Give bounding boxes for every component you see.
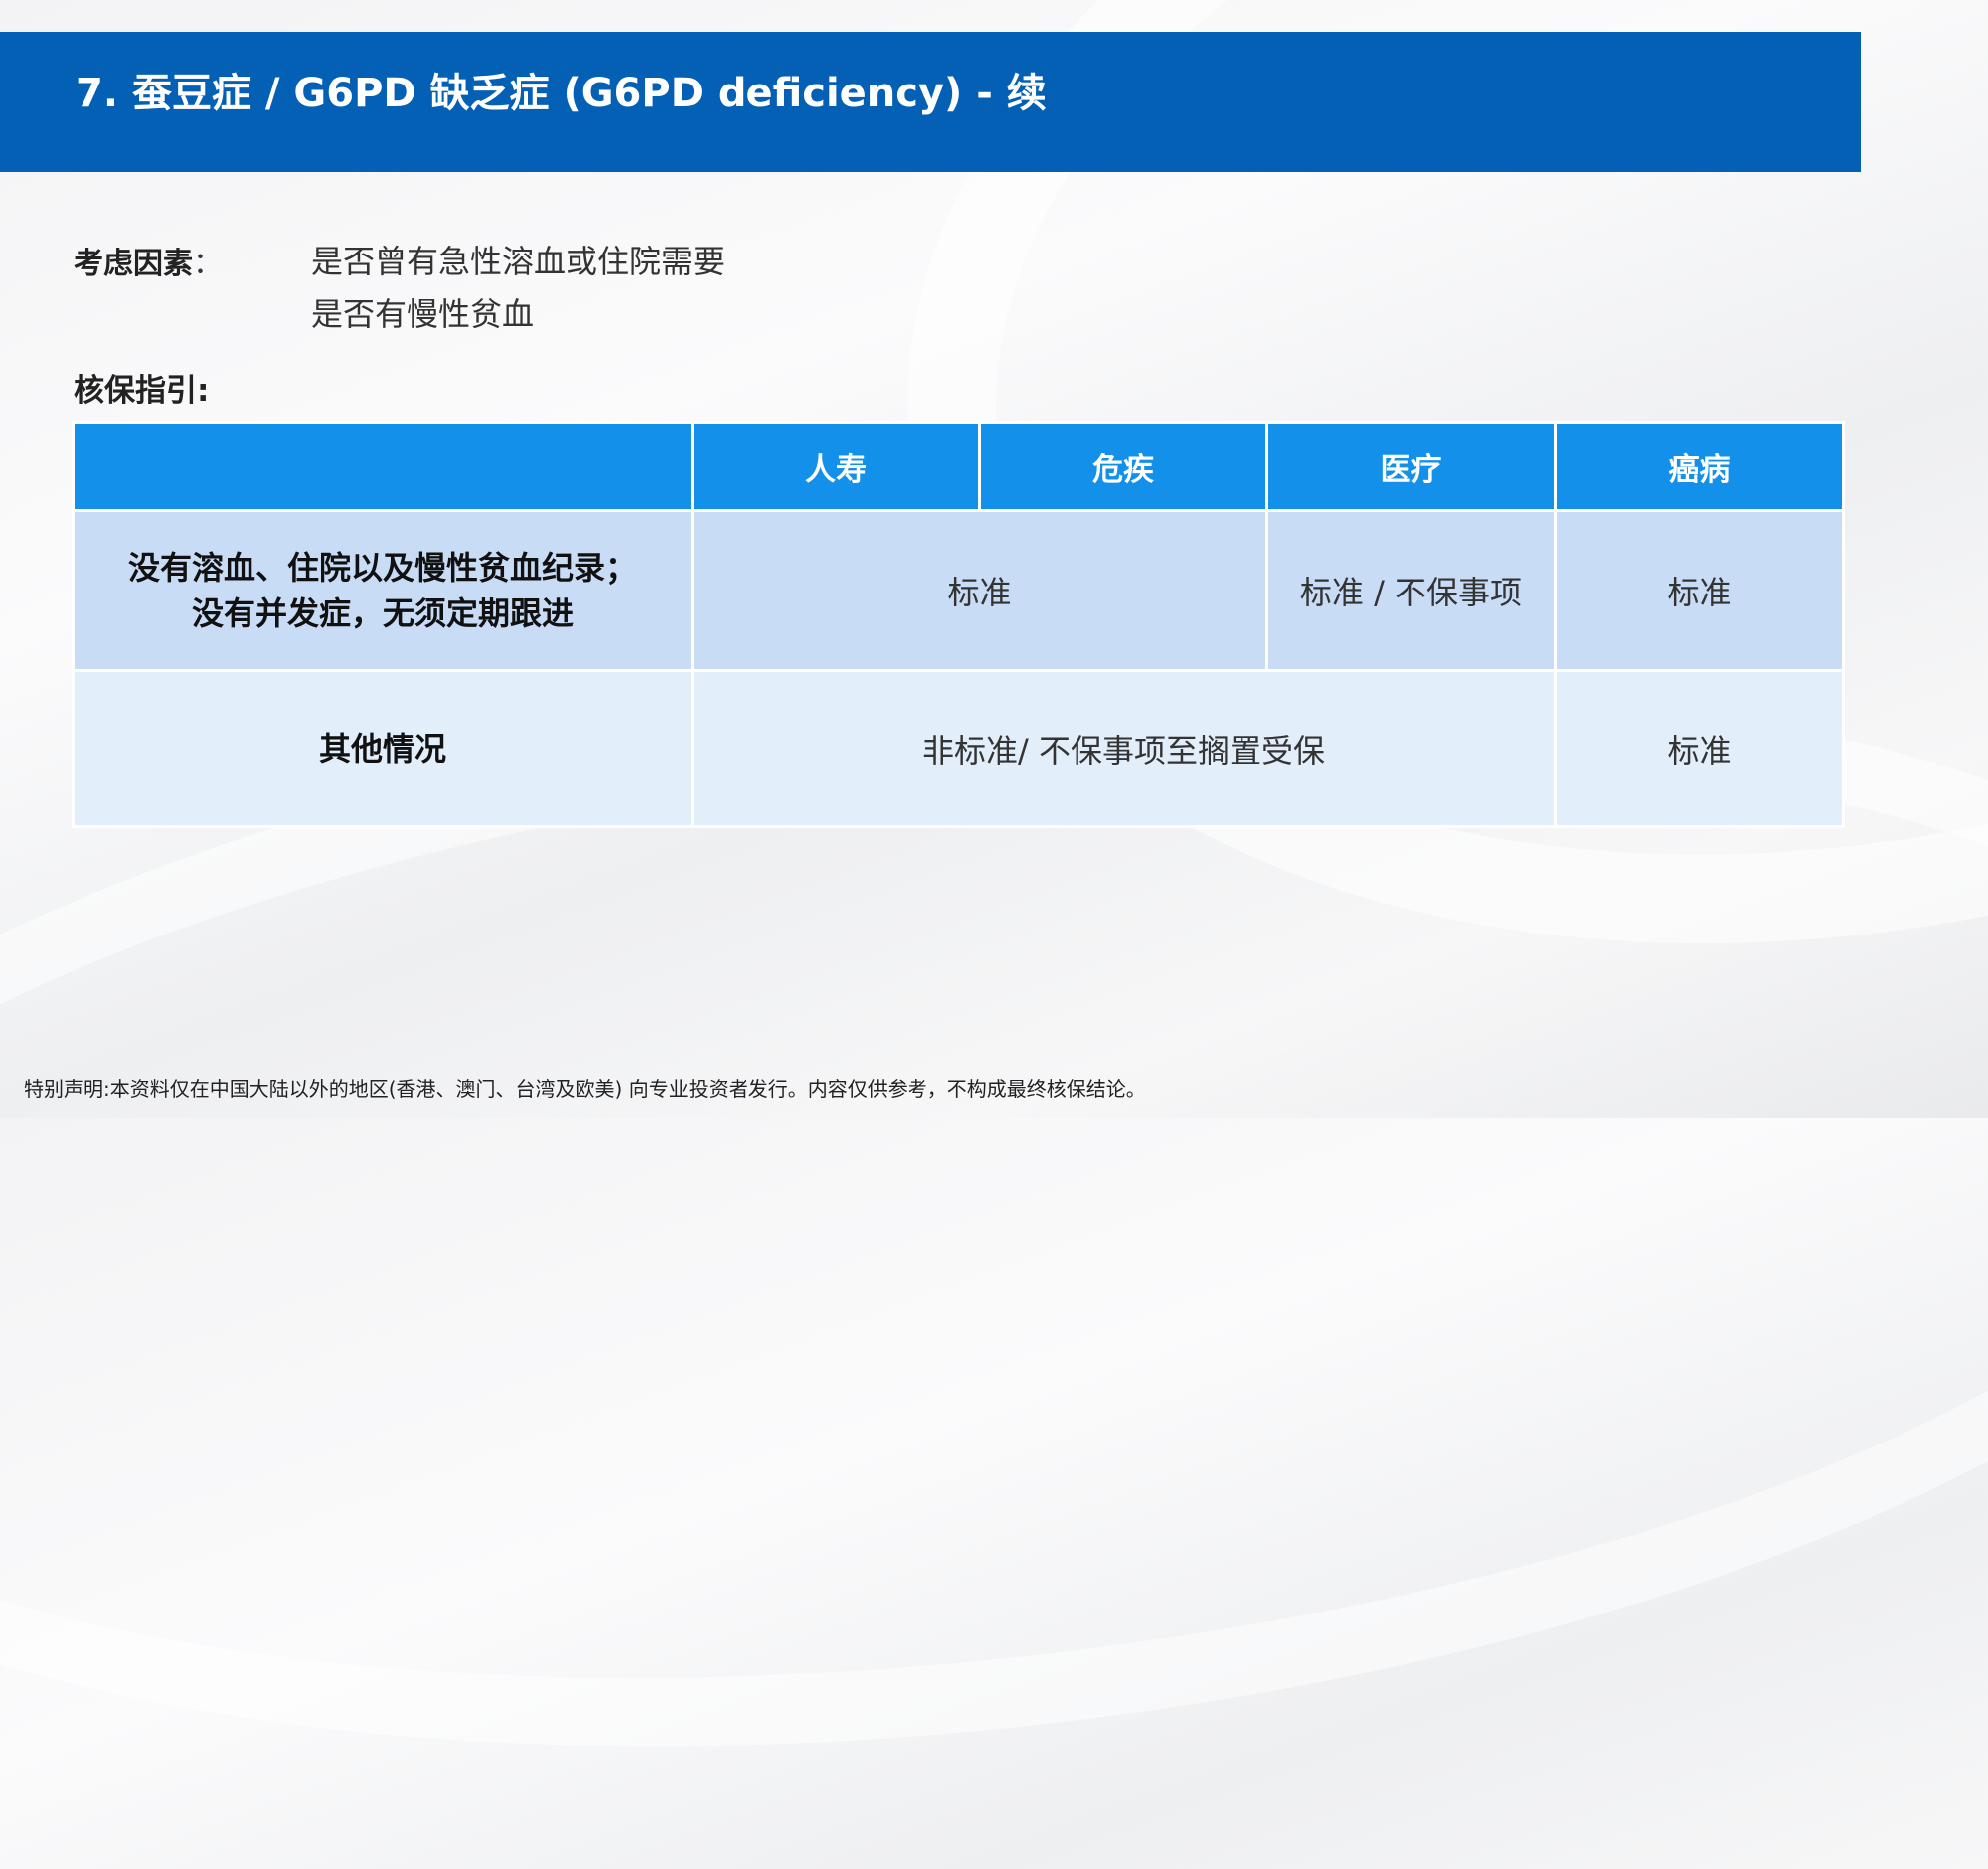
row-condition: 没有溶血、住院以及慢性贫血纪录； 没有并发症，无须定期跟进 [72,509,694,672]
table-row: 其他情况 非标准/ 不保事项至搁置受保 标准 [72,669,1845,828]
header-cancer: 癌病 [1554,421,1845,512]
cell-life-ci: 标准 [691,509,1268,672]
header-critical-illness: 危疾 [978,421,1268,512]
table-header-row: 人寿 危疾 医疗 癌病 [72,421,1845,512]
factors-label-text: 考虑因素 [74,247,193,281]
underwriting-table: 人寿 危疾 医疗 癌病 没有溶血、住院以及慢性贫血纪录； 没有并发症，无须定期跟… [72,421,1845,828]
guideline-label: 核保指引: [74,373,210,409]
cell-medical: 标准 / 不保事项 [1265,509,1557,672]
header-life: 人寿 [691,421,981,512]
header-blank [72,421,694,512]
factor-item: 是否有慢性贫血 [311,295,535,333]
factors-label: 考虑因素： [74,239,223,282]
row-condition-line: 没有并发症，无须定期跟进 [191,595,574,632]
cell-cancer: 标准 [1554,509,1845,672]
factor-item: 是否曾有急性溶血或住院需要 [311,243,726,280]
row-condition-line: 没有溶血、住院以及慢性贫血纪录； [127,549,637,587]
disclaimer-footer: 特别声明:本资料仅在中国大陆以外的地区(香港、澳门、台湾及欧美) 向专业投资者发… [24,1077,1146,1101]
table-row: 没有溶血、住院以及慢性贫血纪录； 没有并发症，无须定期跟进 标准 标准 / 不保… [72,509,1845,672]
page-title: 7. 蚕豆症 / G6PD 缺乏症 (G6PD deficiency) - 续 [76,71,1047,116]
header-medical: 医疗 [1265,421,1557,512]
cell-cancer: 标准 [1554,669,1845,828]
row-condition: 其他情况 [72,669,694,828]
factors-label-sep: ： [193,247,223,281]
cell-life-ci-medical: 非标准/ 不保事项至搁置受保 [691,669,1557,828]
